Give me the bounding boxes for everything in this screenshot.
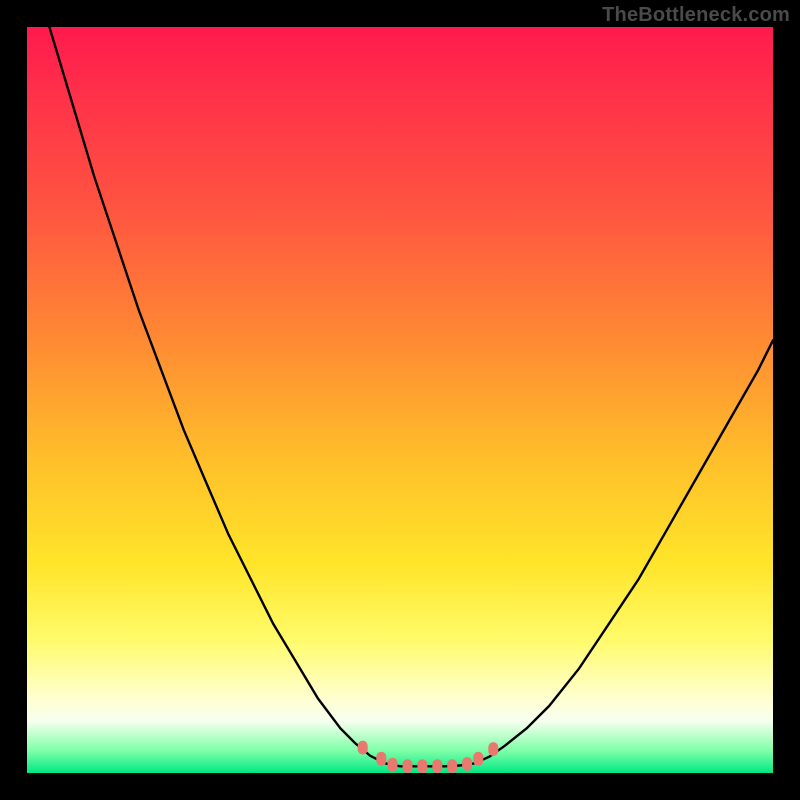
trough-marker xyxy=(358,741,368,755)
trough-marker xyxy=(388,758,398,772)
trough-marker xyxy=(447,759,457,773)
trough-marker xyxy=(462,757,472,771)
curve-group xyxy=(49,27,773,766)
marker-group xyxy=(358,741,499,773)
trough-marker xyxy=(417,759,427,773)
trough-marker xyxy=(403,759,413,773)
trough-marker xyxy=(432,759,442,773)
bottleneck-curve xyxy=(49,27,773,766)
trough-marker xyxy=(376,752,386,766)
plot-frame xyxy=(27,27,773,773)
watermark-text: TheBottleneck.com xyxy=(602,4,790,27)
trough-marker xyxy=(473,752,483,766)
curve-svg xyxy=(27,27,773,773)
trough-marker xyxy=(488,742,498,756)
